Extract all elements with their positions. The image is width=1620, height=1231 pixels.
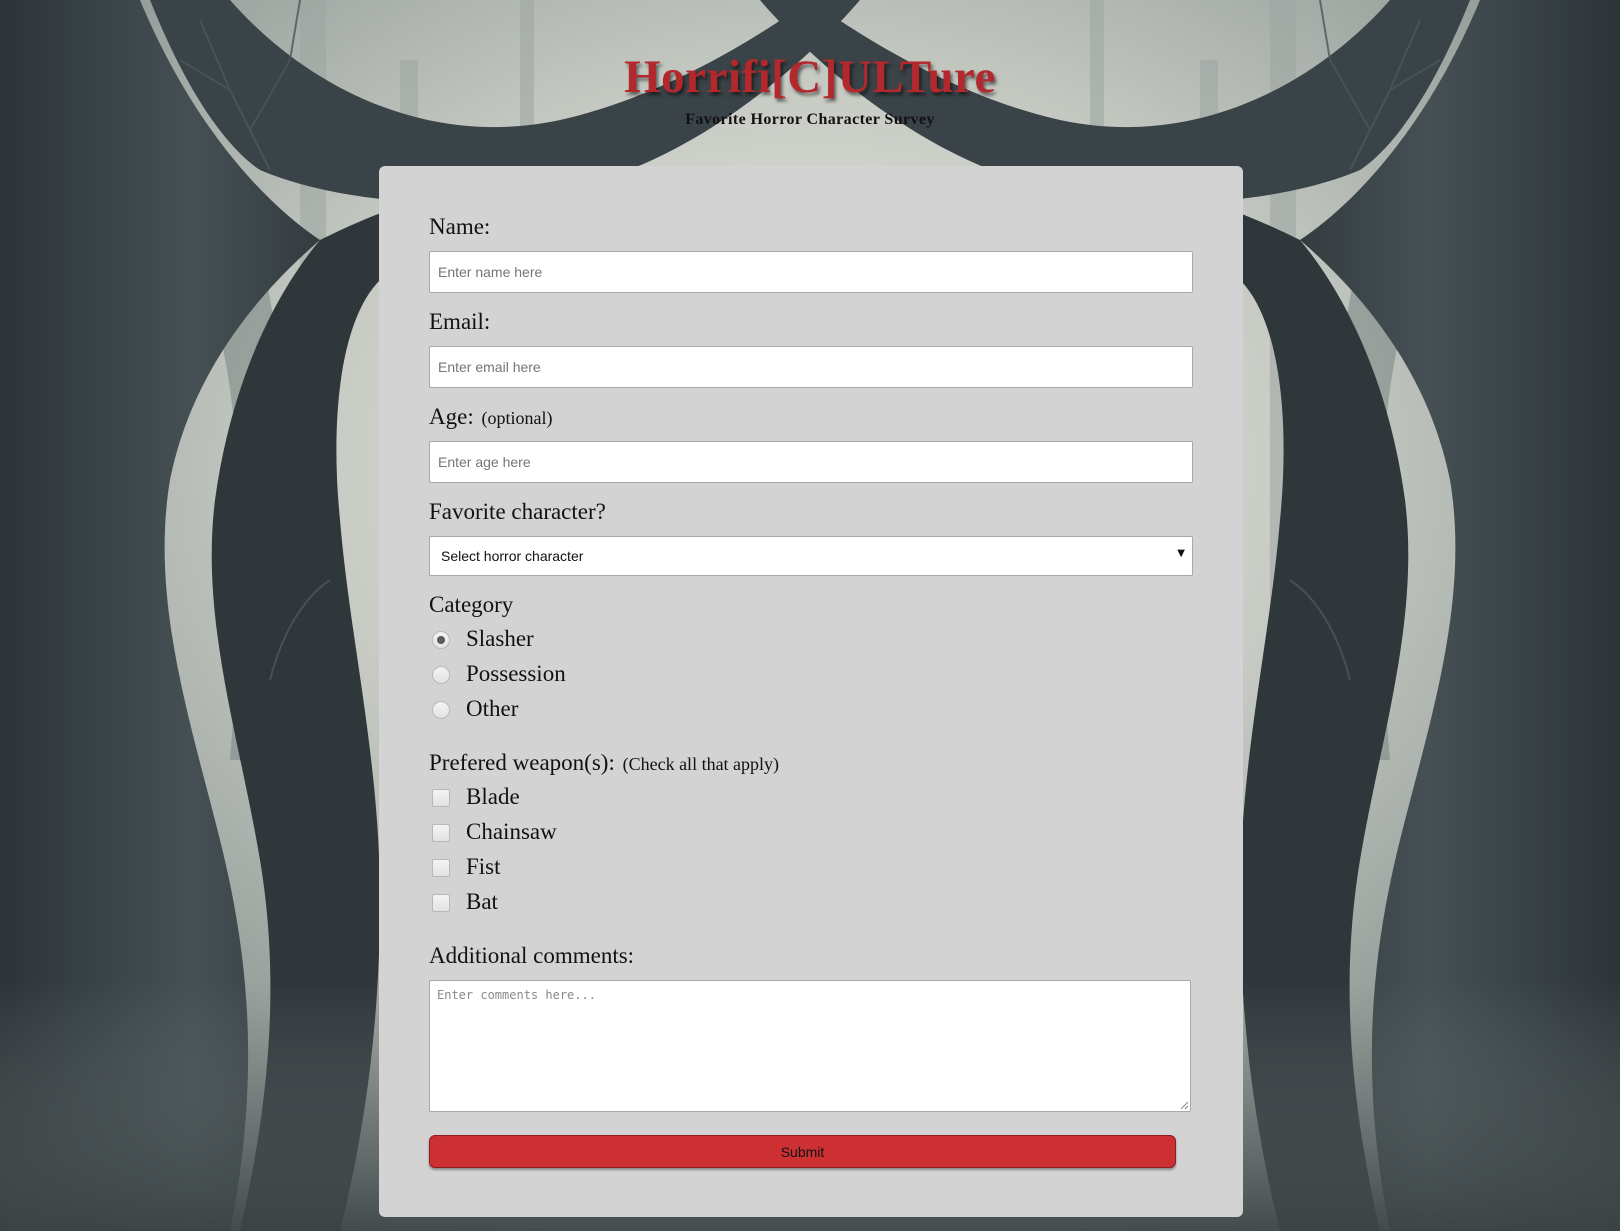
email-label: Email: xyxy=(429,309,491,334)
weapon-option-label: Chainsaw xyxy=(466,819,557,844)
email-input[interactable] xyxy=(429,346,1193,388)
age-input[interactable] xyxy=(429,441,1193,483)
category-label: Category xyxy=(429,592,514,617)
weapons-label-row: Prefered weapon(s): (Check all that appl… xyxy=(429,750,779,776)
category-option-label: Other xyxy=(466,696,519,721)
checkbox-blade[interactable] xyxy=(432,789,450,807)
weapon-option-label: Bat xyxy=(466,889,498,914)
weapon-option-label: Blade xyxy=(466,784,520,809)
radio-button-possession[interactable] xyxy=(432,666,450,684)
survey-form: Name: Email: Age: (optional) Favorite ch… xyxy=(379,166,1243,1217)
checkbox-fist[interactable] xyxy=(432,859,450,877)
character-label: Favorite character? xyxy=(429,499,606,524)
age-label: Age: xyxy=(429,404,474,429)
comments-label: Additional comments: xyxy=(429,943,635,968)
checkbox-bat[interactable] xyxy=(432,894,450,912)
checkbox-chainsaw[interactable] xyxy=(432,824,450,842)
category-option-label: Possession xyxy=(466,661,566,686)
site-title: Horrifi[C]ULTure xyxy=(624,51,996,103)
character-select[interactable]: Select horror character ▼ xyxy=(429,536,1193,576)
weapon-option-label: Fist xyxy=(466,854,501,879)
triangle-down-icon: ▼ xyxy=(1177,548,1185,559)
radio-button-slasher[interactable] xyxy=(432,631,450,649)
weapons-label: Prefered weapon(s): xyxy=(429,750,615,775)
age-label-row: Age: (optional) xyxy=(429,404,552,430)
comments-textarea[interactable] xyxy=(429,980,1191,1112)
category-option-label: Slasher xyxy=(466,626,534,651)
name-label: Name: xyxy=(429,214,491,239)
age-optional-hint: (optional) xyxy=(481,408,553,428)
site-subtitle: Favorite Horror Character Survey xyxy=(685,111,935,128)
character-select-value: Select horror character xyxy=(441,548,584,564)
name-input[interactable] xyxy=(429,251,1193,293)
weapons-hint: (Check all that apply) xyxy=(622,754,780,774)
radio-button-other[interactable] xyxy=(432,701,450,719)
resize-grip-icon[interactable] xyxy=(1180,1101,1189,1110)
submit-button[interactable]: Submit xyxy=(429,1135,1176,1168)
